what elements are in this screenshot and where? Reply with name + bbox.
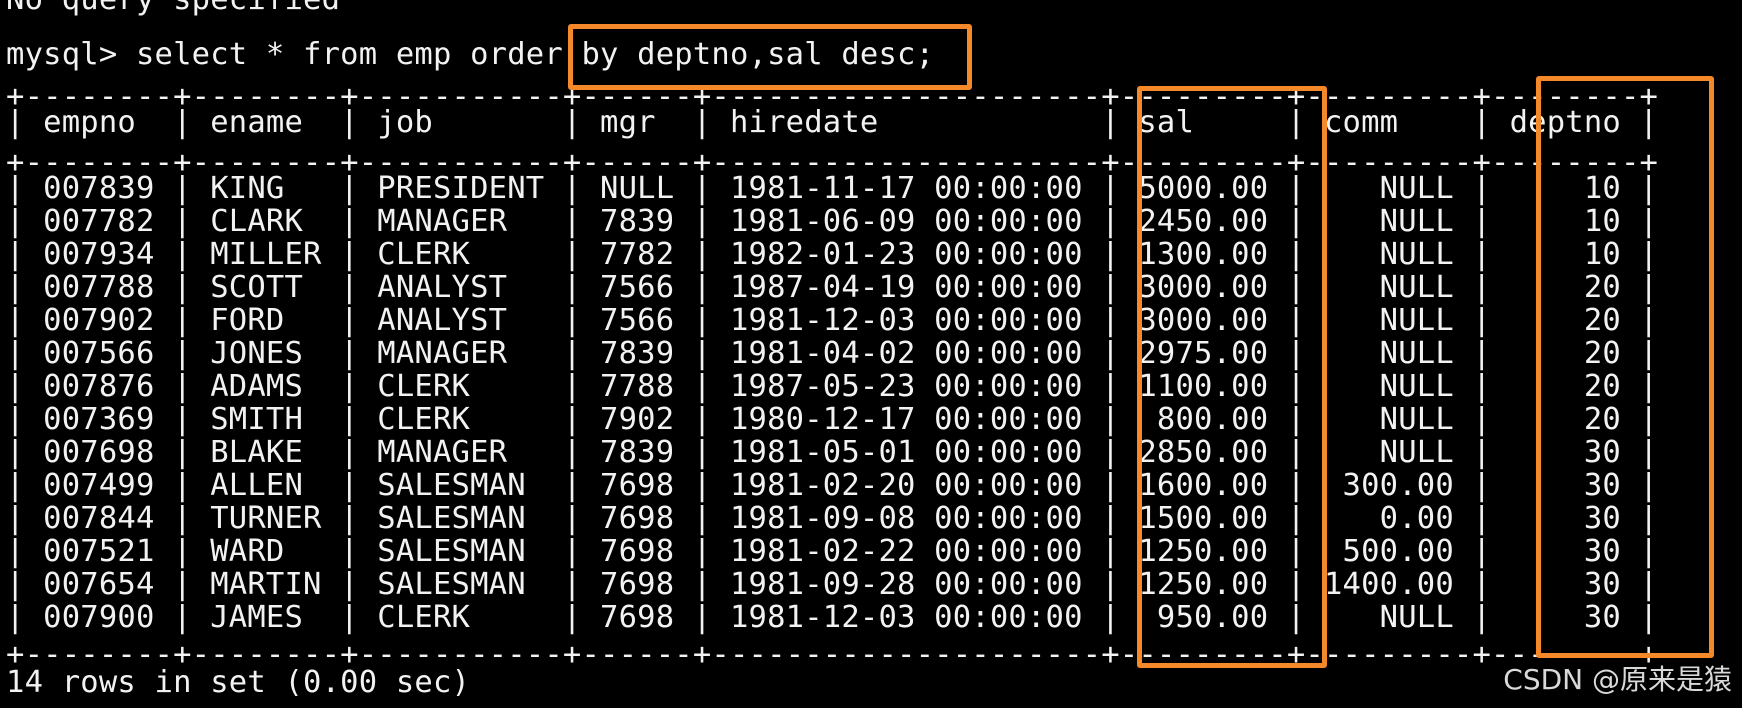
table-row: | 007876 | ADAMS | CLERK | 7788 | 1987-0… xyxy=(6,369,1659,404)
table-row: | 007782 | CLARK | MANAGER | 7839 | 1981… xyxy=(6,204,1659,239)
table-row: | 007844 | TURNER | SALESMAN | 7698 | 19… xyxy=(6,501,1659,536)
table-header-row: | empno | ename | job | mgr | hiredate |… xyxy=(6,105,1659,140)
table-row: | 007566 | JONES | MANAGER | 7839 | 1981… xyxy=(6,336,1659,371)
terminal-window[interactable]: No query specified mysql> select * from … xyxy=(0,0,1742,708)
table-row: | 007788 | SCOTT | ANALYST | 7566 | 1987… xyxy=(6,270,1659,305)
result-rows: | 007839 | KING | PRESIDENT | NULL | 198… xyxy=(6,172,1658,634)
table-row: | 007902 | FORD | ANALYST | 7566 | 1981-… xyxy=(6,303,1659,338)
table-row: | 007499 | ALLEN | SALESMAN | 7698 | 198… xyxy=(6,468,1659,503)
sql-command-line: mysql> select * from emp order by deptno… xyxy=(6,37,935,72)
watermark: CSDN @原来是猿 xyxy=(1503,663,1732,696)
table-row: | 007369 | SMITH | CLERK | 7902 | 1980-1… xyxy=(6,402,1659,437)
table-row: | 007934 | MILLER | CLERK | 7782 | 1982-… xyxy=(6,237,1659,272)
result-summary: 14 rows in set (0.00 sec) xyxy=(6,665,471,700)
table-row: | 007654 | MARTIN | SALESMAN | 7698 | 19… xyxy=(6,567,1659,602)
table-row: | 007839 | KING | PRESIDENT | NULL | 198… xyxy=(6,171,1659,206)
table-row: | 007698 | BLAKE | MANAGER | 7839 | 1981… xyxy=(6,435,1659,470)
table-row: | 007521 | WARD | SALESMAN | 7698 | 1981… xyxy=(6,534,1659,569)
table-row: | 007900 | JAMES | CLERK | 7698 | 1981-1… xyxy=(6,600,1659,635)
previous-output-line: No query specified xyxy=(6,0,340,16)
